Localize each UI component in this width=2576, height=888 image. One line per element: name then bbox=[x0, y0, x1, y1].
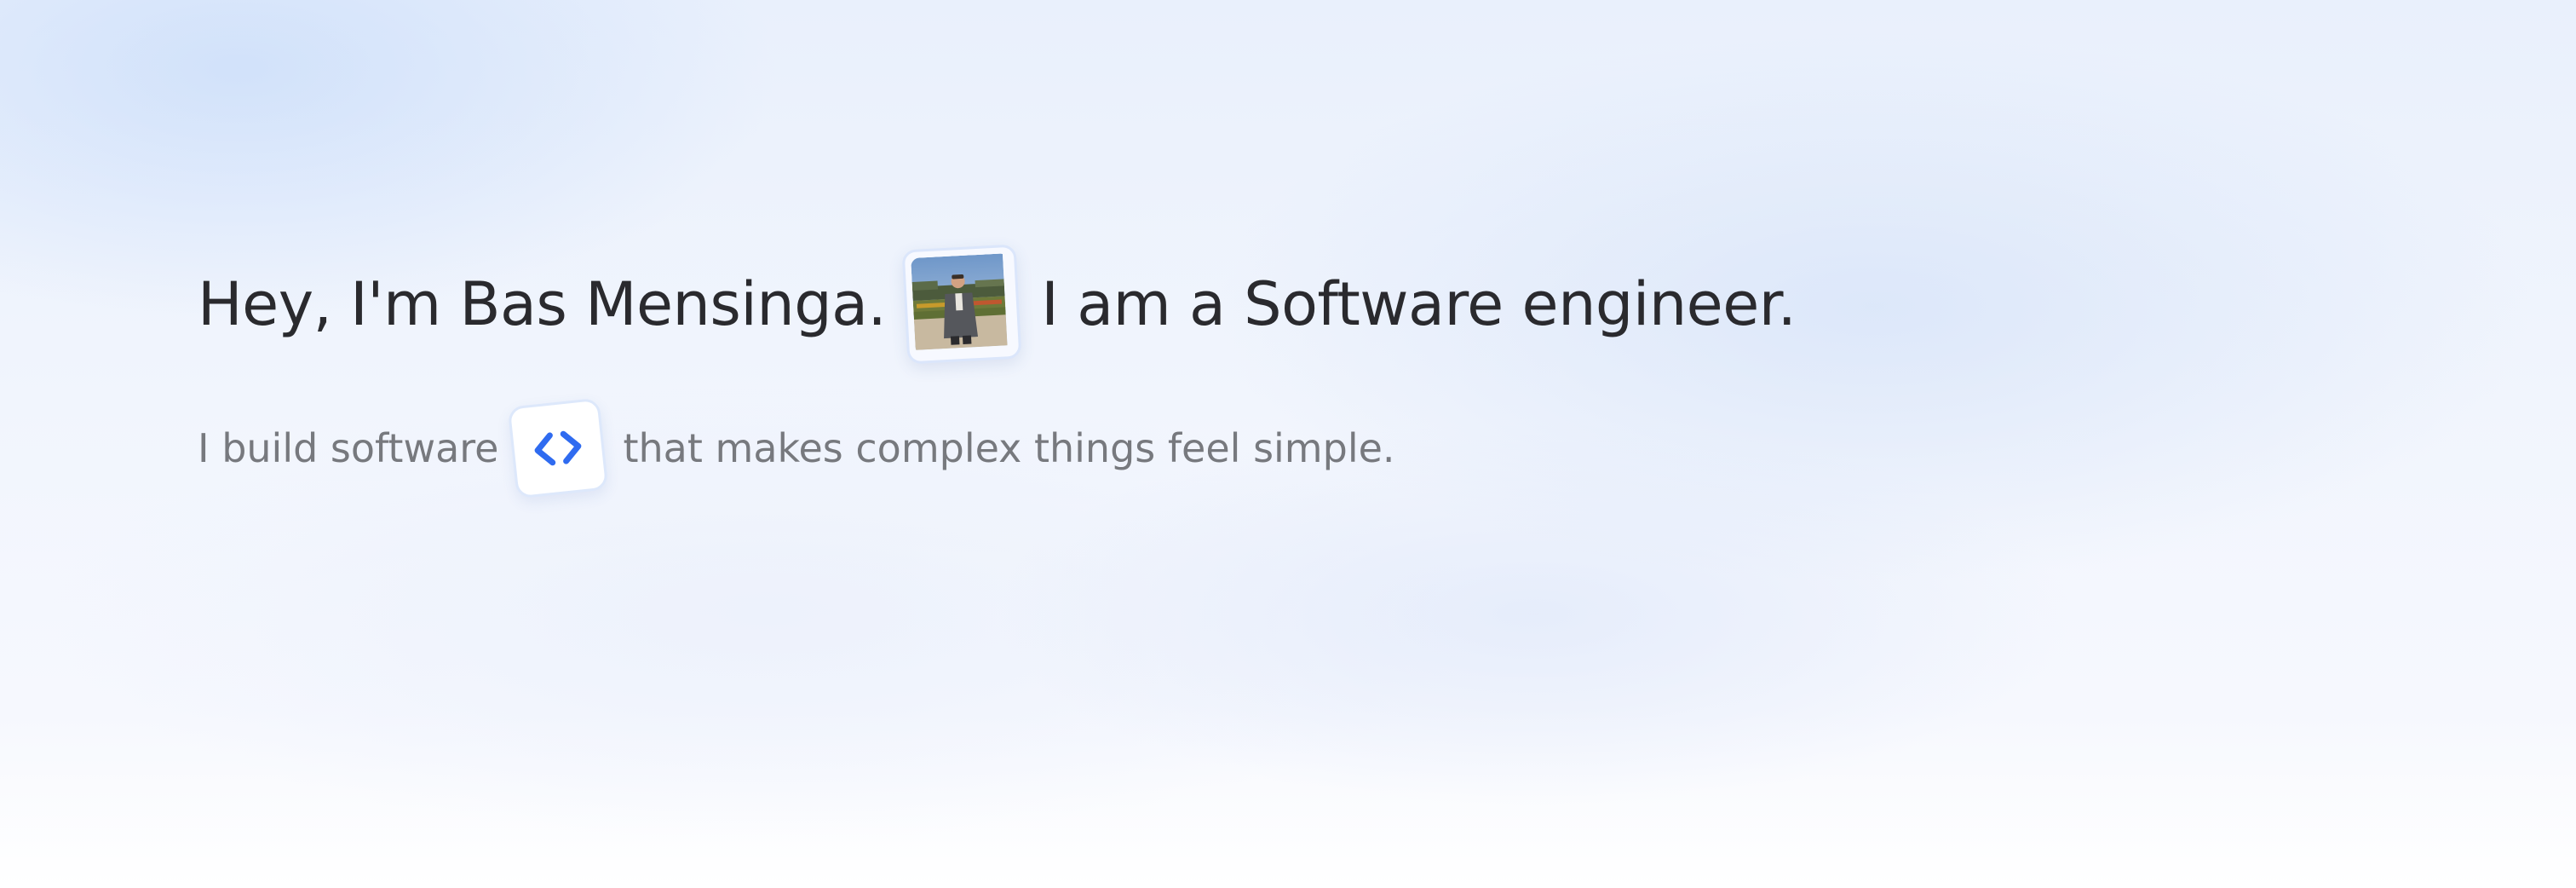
tagline-end-text: that makes complex things feel simple. bbox=[623, 425, 1395, 471]
profile-photo bbox=[901, 244, 1022, 365]
code-brackets-icon bbox=[508, 397, 609, 499]
role-text: I am a Software engineer. bbox=[1041, 269, 1797, 339]
hero-section: Hey, I'm Bas Mensinga. I am a Software e… bbox=[198, 244, 2491, 533]
greeting-text: Hey, I'm Bas Mensinga. bbox=[198, 269, 887, 339]
profile-photo-image bbox=[911, 253, 1013, 355]
hero-tagline: I build software that makes complex thin… bbox=[198, 397, 2491, 499]
hero-headline: Hey, I'm Bas Mensinga. I am a Software e… bbox=[198, 244, 2491, 365]
tagline-start-text: I build software bbox=[198, 425, 499, 471]
